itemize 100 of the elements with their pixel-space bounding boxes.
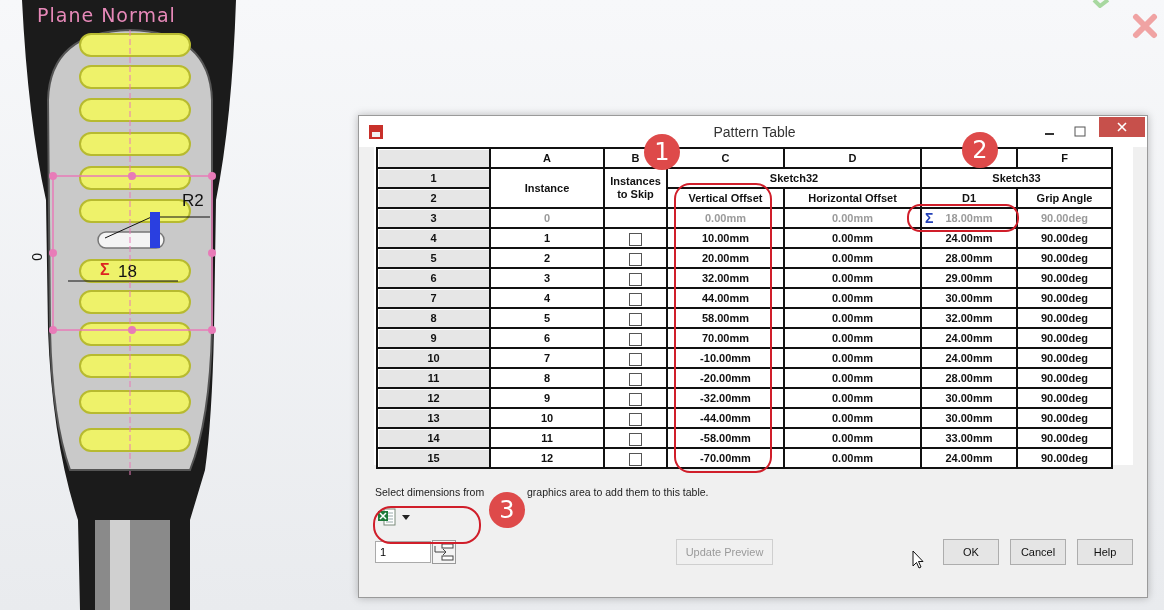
table-cell: 0.00mm [832, 332, 873, 344]
table-cell: 0.00mm [832, 312, 873, 324]
table-cell: 0.00mm [832, 412, 873, 424]
table-cell: 90.00deg [1040, 432, 1089, 444]
row-header: 11 [377, 368, 490, 388]
close-icon [1117, 121, 1127, 132]
close-button[interactable] [1099, 116, 1145, 137]
table-cell: 29.00mm [945, 272, 993, 284]
table-cell: 24.00mm [945, 332, 993, 344]
row-header: 10 [377, 348, 490, 368]
table-cell: 30.00mm [945, 292, 993, 304]
mouse-pointer-icon [912, 550, 924, 569]
table-cell: 0.00mm [832, 372, 873, 384]
table-row-icon[interactable] [432, 540, 456, 564]
table-cell: 90.00deg [1040, 412, 1089, 424]
skip-checkbox[interactable] [629, 232, 642, 246]
table-cell: 10.00mm [701, 232, 750, 244]
table-cell: 90.00deg [1040, 272, 1089, 284]
skip-checkbox[interactable] [629, 252, 642, 266]
table-cell: 28.00mm [945, 252, 993, 264]
table-cell: 0.00mm [832, 392, 873, 404]
instance-field[interactable]: 1 [375, 541, 431, 563]
skip-checkbox[interactable] [629, 452, 642, 466]
skip-checkbox[interactable] [629, 392, 642, 406]
radius-dimension: R2 [182, 192, 204, 209]
offset-dimension: 0 [29, 253, 44, 261]
table-cell: 0.00mm [832, 352, 873, 364]
table-cell: 0.00mm [832, 212, 873, 224]
row-header: 15 [377, 448, 490, 468]
table-cell: 0.00mm [832, 432, 873, 444]
width-dimension: 18 [118, 263, 137, 280]
column-letter: A [490, 148, 604, 168]
skip-checkbox[interactable] [629, 412, 642, 426]
table-cell: 90.00deg [1040, 212, 1089, 224]
dialog-button[interactable]: Help [1077, 539, 1133, 565]
table-cell: 33.00mm [945, 432, 993, 444]
row-header: 5 [377, 248, 490, 268]
caret-icon [402, 514, 410, 520]
skip-checkbox[interactable] [629, 432, 642, 446]
row-header: 13 [377, 408, 490, 428]
view-label: Plane Normal [37, 6, 176, 25]
table-cell: 58.00mm [701, 312, 750, 324]
skip-checkbox[interactable] [629, 332, 642, 346]
table-cell: 0.00mm [832, 232, 873, 244]
table-cell: -58.00mm [700, 432, 751, 444]
table-cell: 0.00mm [705, 212, 746, 224]
table-cell: 90.00deg [1040, 372, 1089, 384]
check-icon[interactable] [1092, 0, 1110, 8]
table-cell: -70.00mm [700, 452, 751, 464]
table-cell: -44.00mm [700, 412, 751, 424]
table-cell: 20.00mm [701, 252, 750, 264]
row-header: 9 [377, 328, 490, 348]
table-cell: 24.00mm [945, 352, 993, 364]
table-cell: 90.00deg [1040, 252, 1089, 264]
row-header: 7 [377, 288, 490, 308]
skip-checkbox[interactable] [629, 272, 642, 286]
window-title: Pattern Table [712, 123, 797, 140]
column-header: Instances to Skip [604, 168, 667, 208]
table-cell: 32.00mm [701, 272, 750, 284]
table-cell: 24.00mm [945, 232, 993, 244]
table-cell: 90.00deg [1040, 352, 1089, 364]
row-header: 1 [377, 168, 490, 188]
table-cell: 30.00mm [945, 412, 993, 424]
table-cell: 0.00mm [832, 292, 873, 304]
skip-checkbox[interactable] [629, 352, 642, 366]
column-letter: F [1017, 148, 1112, 168]
table-cell: -10.00mm [700, 352, 751, 364]
dialog-button[interactable]: OK [943, 539, 999, 565]
equation-mark: Σ [100, 262, 110, 278]
table-cell: 30.00mm [945, 392, 993, 404]
table-cell: 90.00deg [1040, 292, 1089, 304]
dialog-button[interactable]: Cancel [1010, 539, 1066, 565]
table-cell: 90.00deg [1040, 392, 1089, 404]
row-header: 6 [377, 268, 490, 288]
table-cell: 24.00mm [945, 452, 993, 464]
table-cell: 18.00mm [945, 212, 993, 224]
table-cell: 90.00deg [1040, 232, 1089, 244]
row-header: 14 [377, 428, 490, 448]
table-cell: 0.00mm [832, 272, 873, 284]
table-cell: 32.00mm [945, 312, 993, 324]
row-header: 8 [377, 308, 490, 328]
row-header: 3 [377, 208, 490, 228]
skip-checkbox[interactable] [629, 312, 642, 326]
excel-dropdown-button[interactable] [376, 506, 411, 528]
skip-checkbox[interactable] [629, 372, 642, 386]
table-cell: -32.00mm [700, 392, 751, 404]
table-cell: 90.00deg [1040, 332, 1089, 344]
table-cell: 70.00mm [701, 332, 750, 344]
app-icon [368, 123, 384, 140]
skip-checkbox[interactable] [629, 292, 642, 306]
table-cell: 90.00deg [1040, 312, 1089, 324]
table-cell: 90.00deg [1040, 452, 1089, 464]
table-cell: 44.00mm [701, 292, 750, 304]
table-cell: 28.00mm [945, 372, 993, 384]
hint-text: graphics area to add them to this table. [527, 486, 709, 498]
column-header: Instance [490, 168, 604, 208]
row-header: 4 [377, 228, 490, 248]
maximize-icon[interactable] [1074, 125, 1086, 138]
table-cell: 0.00mm [832, 452, 873, 464]
table-cell: 0.00mm [832, 252, 873, 264]
